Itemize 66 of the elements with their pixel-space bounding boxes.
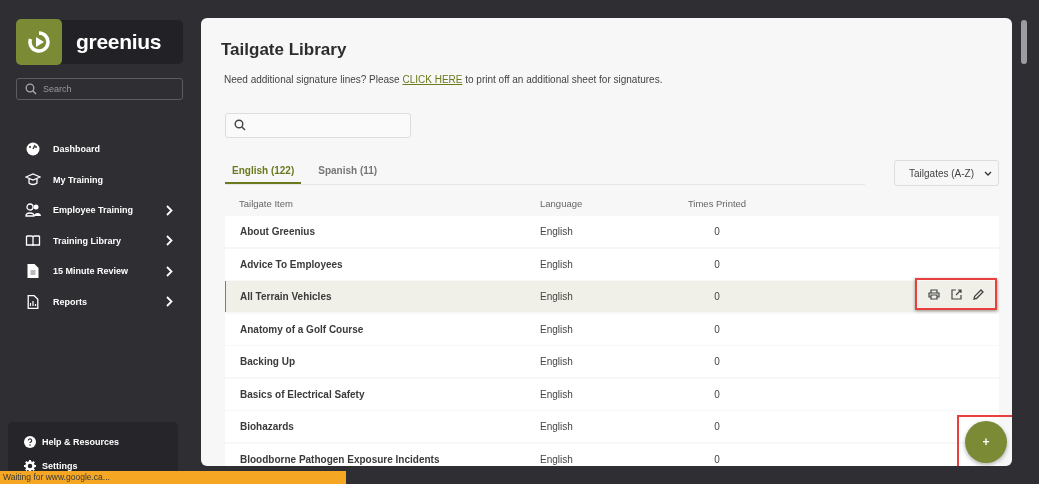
people-icon	[25, 203, 41, 218]
logo-text: greenius	[76, 30, 162, 54]
table-cell-text: About Greenius	[239, 226, 316, 237]
table-cell-text: Backing Up	[239, 356, 296, 367]
table-cell-text: Basics of Electrical Safety	[239, 388, 366, 400]
table-cell-text: 0	[713, 421, 721, 432]
column-header: Times Printed	[686, 197, 748, 209]
chart-document-icon	[25, 294, 41, 309]
table-cell-text: 0	[713, 226, 721, 237]
table-cell-text: Biohazards	[239, 421, 295, 432]
table-row[interactable]: Advice To Employees English 0	[225, 248, 999, 280]
table-cell-text: English	[540, 453, 574, 465]
table-cell-text: English	[540, 356, 574, 367]
help-icon	[24, 436, 36, 448]
table-cell-text: Anatomy of a Golf Course	[239, 323, 365, 335]
gear-icon	[24, 460, 36, 472]
nav-item[interactable]: Dashboard	[16, 134, 173, 165]
nav-item[interactable]: Training Library	[16, 225, 173, 256]
column-header: Language	[540, 197, 584, 209]
play-circle-icon	[28, 31, 50, 53]
table-cell-text: 0	[713, 453, 721, 465]
table-cell-text: 0	[713, 323, 721, 335]
click-here-link[interactable]: CLICK HERE	[402, 74, 463, 85]
footer-link[interactable]: Help & Resources	[24, 436, 178, 448]
print-icon[interactable]	[928, 288, 940, 300]
search-field[interactable]: Search	[16, 78, 183, 100]
table-cell-text: 0	[713, 258, 721, 270]
table-cell-text: Bloodborne Pathogen Exposure Incidents	[239, 453, 441, 465]
nav-item[interactable]: Employee Training	[16, 195, 173, 226]
table-cell-text: English	[540, 388, 574, 400]
chevron-down-icon	[984, 170, 992, 176]
column-header: Tailgate Item	[238, 197, 294, 209]
document-icon	[25, 264, 41, 279]
page-title: Tailgate Library	[221, 40, 348, 60]
table-row[interactable]: Basics of Electrical Safety English 0	[225, 378, 999, 410]
table-row[interactable]: All Terrain Vehicles English 0	[225, 281, 999, 312]
nav-item[interactable]: Reports	[16, 286, 173, 317]
graduation-cap-icon	[25, 173, 41, 187]
table-cell-text: English	[540, 226, 574, 237]
table-cell-text: 0	[713, 356, 721, 367]
scrollbar-thumb[interactable]	[1021, 20, 1027, 64]
notice-text: Need additional signature lines? Please CLICK HERE to print off an additional sheet for signatures.	[224, 74, 664, 85]
table-row[interactable]: About Greenius English 0	[225, 216, 999, 247]
language-tab[interactable]: English (122)	[225, 160, 302, 184]
external-link-icon[interactable]	[951, 288, 962, 300]
table-cell-text: English	[540, 323, 574, 335]
sort-dropdown[interactable]: Tailgates (A-Z)	[894, 160, 999, 186]
language-tab[interactable]: Spanish (11)	[311, 160, 385, 184]
gauge-icon	[25, 142, 41, 157]
status-bar: Waiting for www.google.ca...	[0, 471, 346, 484]
table-cell-text: All Terrain Vehicles	[239, 291, 333, 302]
footer-link[interactable]: Settings	[24, 460, 178, 472]
table-cell-text: English	[540, 421, 574, 432]
nav-item[interactable]: 15 Minute Review	[16, 256, 173, 287]
book-icon	[25, 234, 41, 247]
table-row[interactable]: Backing Up English 0	[225, 346, 999, 377]
table-cell-text: 0	[713, 291, 721, 302]
table-cell-text: English	[540, 258, 574, 270]
table-row[interactable]: Anatomy of a Golf Course English 0	[225, 313, 999, 345]
table-cell-text: Advice To Employees	[239, 258, 344, 270]
search-icon	[25, 83, 37, 95]
table-cell-text: English	[540, 291, 574, 302]
pencil-icon[interactable]	[973, 288, 984, 300]
search-icon	[234, 119, 246, 131]
nav-item[interactable]: My Training	[16, 164, 173, 195]
table-cell-text: 0	[713, 388, 721, 400]
